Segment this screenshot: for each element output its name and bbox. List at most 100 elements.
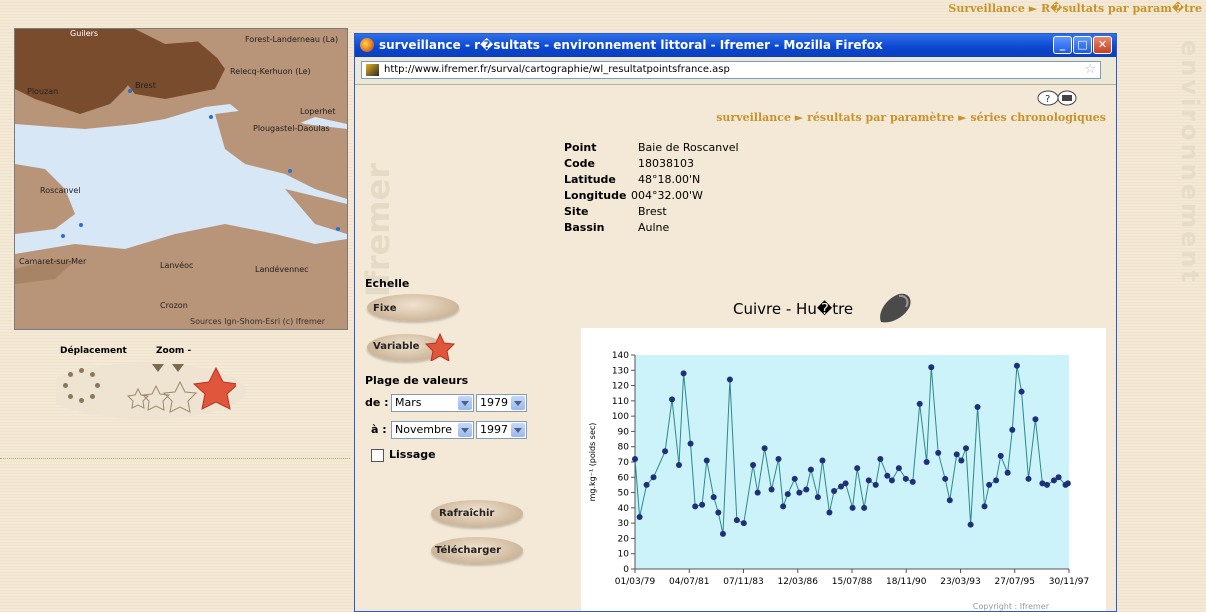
move-label: Déplacement: [60, 346, 127, 356]
x-tick-label: 04/07/81: [669, 577, 709, 587]
to-year-select[interactable]: 1997: [476, 421, 527, 439]
pan-south-icon[interactable]: [79, 398, 84, 403]
chevron-down-icon[interactable]: [458, 396, 472, 410]
chevron-down-icon[interactable]: [458, 423, 472, 437]
refresh-button-label[interactable]: Rafraîchir: [439, 508, 494, 519]
data-point: [687, 440, 694, 447]
map-label-guilers: Guilers: [70, 29, 99, 38]
environment-watermark: environnement: [1176, 40, 1204, 285]
y-axis-label: mg.kg⁻¹ (poids sec): [588, 423, 597, 502]
x-tick-label: 27/07/95: [995, 577, 1035, 587]
pan-east-icon[interactable]: [95, 383, 100, 388]
pan-northeast-icon[interactable]: [90, 372, 95, 377]
variable-button-label[interactable]: Variable: [373, 341, 419, 352]
y-tick-label: 70: [618, 458, 630, 468]
to-year-value: 1997: [480, 423, 508, 436]
data-point: [703, 457, 710, 464]
data-point: [1064, 480, 1071, 487]
from-label: de :: [365, 396, 389, 409]
page-breadcrumb[interactable]: surveillance ► résultats par paramètre ►…: [716, 111, 1106, 124]
data-point: [775, 455, 782, 462]
help-print-icons[interactable]: ?: [1037, 88, 1077, 108]
to-month-value: Novembre: [395, 423, 452, 436]
data-point: [958, 457, 965, 464]
maximize-button[interactable]: □: [1073, 36, 1092, 54]
y-tick-label: 130: [612, 366, 629, 376]
chart-title: Cuivre - Hu�tre: [733, 300, 854, 318]
data-point: [669, 396, 676, 403]
x-tick-label: 15/07/88: [832, 577, 873, 587]
minimize-button[interactable]: _: [1053, 36, 1072, 54]
y-tick-label: 60: [618, 473, 630, 483]
data-point: [854, 465, 861, 472]
data-point: [831, 488, 838, 495]
data-point: [865, 477, 872, 484]
pan-north-icon[interactable]: [79, 368, 84, 373]
data-point: [1004, 469, 1011, 476]
data-point: [861, 504, 868, 511]
zoom-levels-icon[interactable]: [126, 364, 236, 414]
pan-west-icon[interactable]: [63, 383, 68, 388]
data-point: [650, 474, 657, 481]
from-year-select[interactable]: 1979: [476, 394, 527, 412]
pan-southeast-icon[interactable]: [90, 394, 95, 399]
map-label-brest: Brest: [135, 81, 156, 90]
data-point: [796, 489, 803, 496]
x-tick-label: 23/03/93: [940, 577, 980, 587]
data-point: [750, 462, 757, 469]
title-bar[interactable]: surveillance - r�sultats - environnement…: [355, 34, 1116, 57]
from-year-value: 1979: [480, 396, 508, 409]
chevron-down-icon[interactable]: [511, 396, 525, 410]
close-button[interactable]: ✕: [1093, 36, 1112, 54]
fixe-button-label[interactable]: Fixe: [373, 303, 397, 314]
data-point: [872, 481, 879, 488]
data-point: [768, 486, 775, 493]
map-label-plougastel: Plougastel-Daoulas: [253, 124, 330, 133]
y-tick-label: 10: [618, 550, 630, 560]
bookmark-star-icon[interactable]: ☆: [1084, 62, 1096, 77]
data-point: [662, 448, 669, 455]
latitude-label: Latitude: [564, 173, 616, 186]
y-tick-label: 20: [618, 534, 630, 544]
x-tick-label: 01/03/79: [615, 577, 656, 587]
map-label-loperhet: Loperhet: [300, 107, 336, 116]
map-panel[interactable]: Guilers Forest-Landerneau (La) Relecq-Ke…: [14, 28, 348, 330]
x-tick-label: 18/11/90: [886, 577, 927, 587]
y-tick-label: 100: [612, 412, 629, 422]
url-field[interactable]: http://www.ifremer.fr/surval/cartographi…: [361, 61, 1101, 79]
pan-southwest-icon[interactable]: [68, 394, 73, 399]
firefox-icon: [360, 38, 374, 52]
map-label-lanveoc: Lanvéoc: [160, 261, 194, 270]
chevron-down-icon[interactable]: [511, 423, 525, 437]
data-point: [902, 475, 909, 482]
download-button-label[interactable]: Télécharger: [435, 545, 501, 556]
firefox-window[interactable]: surveillance - r�sultats - environnement…: [354, 33, 1117, 612]
y-tick-label: 90: [618, 427, 630, 437]
data-point: [1018, 388, 1025, 395]
data-point: [888, 477, 895, 484]
y-tick-label: 0: [623, 565, 629, 575]
map-label-roscanvel: Roscanvel: [40, 186, 81, 195]
data-point: [675, 462, 682, 469]
data-point: [997, 452, 1004, 459]
data-point: [916, 400, 923, 407]
breadcrumb[interactable]: Surveillance ► R�sultats par param�tre: [948, 2, 1202, 15]
data-point: [967, 521, 974, 528]
y-tick-label: 30: [618, 519, 630, 529]
data-point: [1032, 416, 1039, 423]
x-tick-label: 30/11/97: [1049, 577, 1089, 587]
value-range-label: Plage de valeurs: [365, 374, 469, 387]
smoothing-checkbox[interactable]: [371, 449, 384, 462]
url-text: http://www.ifremer.fr/surval/cartographi…: [384, 64, 730, 75]
pan-northwest-icon[interactable]: [68, 372, 73, 377]
bassin-label: Bassin: [564, 221, 605, 234]
from-month-select[interactable]: Mars: [391, 394, 474, 412]
data-point: [826, 509, 833, 516]
data-point: [1013, 362, 1020, 369]
map-sources: Sources Ign-Shom-Esri (c) Ifremer: [190, 317, 325, 326]
data-point: [710, 494, 717, 501]
to-month-select[interactable]: Novembre: [391, 421, 474, 439]
data-point: [1044, 481, 1051, 488]
map-label-camaret: Camaret-sur-Mer: [19, 257, 87, 266]
code-value: 18038103: [638, 157, 694, 170]
